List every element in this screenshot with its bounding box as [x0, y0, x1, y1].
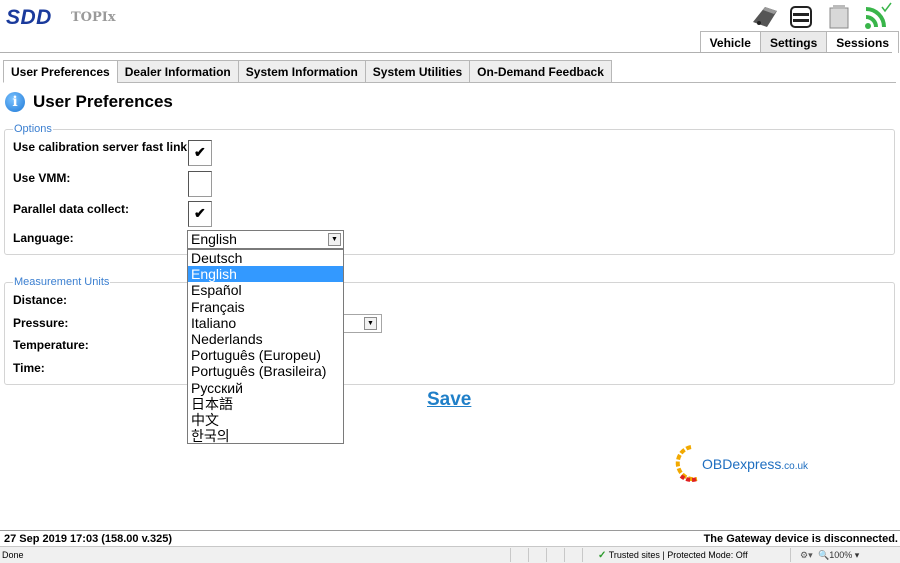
fast-link-checkbox[interactable]: ✔ [188, 140, 212, 166]
tab-sessions[interactable]: Sessions [826, 31, 899, 53]
zoom-control[interactable]: 🔍100% ▾ [818, 550, 859, 561]
vmm-label: Use VMM: [13, 171, 71, 185]
statusbar-divider [790, 548, 791, 562]
info-icon: i [5, 92, 25, 112]
trusted-check-icon: ✓ [598, 550, 607, 561]
language-label: Language: [13, 231, 74, 245]
parallel-data-checkbox[interactable]: ✔ [188, 201, 212, 227]
sessions-icon[interactable] [826, 2, 852, 30]
pressure-select[interactable]: ▼ [344, 314, 382, 333]
subtab-on-demand-feedback[interactable]: On-Demand Feedback [469, 60, 612, 83]
language-option-deutsch[interactable]: Deutsch [188, 250, 343, 266]
app-name: TOPIx [71, 10, 116, 25]
language-select-value: English [191, 231, 237, 247]
language-option-portugues-europeu[interactable]: Português (Europeu) [188, 347, 343, 363]
language-dropdown-list: Deutsch English Español Français Italian… [187, 249, 344, 444]
tab-vehicle[interactable]: Vehicle [699, 31, 761, 53]
options-group: Options Use calibration server fast link… [4, 123, 895, 255]
settings-icon[interactable] [788, 2, 814, 30]
subtab-divider [580, 82, 896, 83]
watermark-suffix: .co.uk [781, 461, 809, 472]
language-option-francais[interactable]: Français [188, 299, 343, 315]
language-option-english[interactable]: English [188, 266, 343, 283]
chevron-down-icon[interactable]: ▼ [328, 233, 341, 246]
statusbar-divider [528, 548, 529, 562]
measurement-units-group: Measurement Units Distance: Pressure: Te… [4, 276, 895, 385]
language-option-chinese[interactable]: 中文 [188, 412, 343, 428]
checkmark-icon: ✔ [194, 144, 206, 160]
language-option-russian[interactable]: Русский [188, 380, 343, 396]
sdd-window: SDD TOPIx Vehicle Settings Sessions User… [0, 0, 900, 563]
temperature-label: Temperature: [13, 338, 89, 352]
main-tabs: Vehicle Settings Sessions [699, 31, 899, 53]
page-heading: i User Preferences [5, 92, 173, 112]
options-legend: Options [13, 123, 53, 135]
statusbar-divider [564, 548, 565, 562]
language-option-italiano[interactable]: Italiano [188, 315, 343, 331]
gateway-status: The Gateway device is disconnected. [703, 533, 898, 545]
language-option-korean[interactable]: 한국의 [188, 428, 343, 444]
distance-label: Distance: [13, 293, 68, 307]
sdd-logo: SDD [6, 6, 52, 29]
fast-link-label: Use calibration server fast link: [13, 140, 192, 154]
checkmark-icon: ✔ [194, 205, 206, 221]
subtab-system-utilities[interactable]: System Utilities [364, 60, 471, 83]
tab-settings[interactable]: Settings [759, 31, 828, 53]
statusbar-divider [582, 548, 583, 562]
settings-subtabs: User Preferences Dealer Information Syst… [3, 60, 612, 83]
save-link[interactable]: Save [427, 389, 471, 411]
statusbar-done: Done [2, 550, 24, 560]
vmm-checkbox[interactable] [188, 171, 212, 197]
obdexpress-watermark: OBDexpress.co.uk [669, 442, 829, 484]
subtab-system-information[interactable]: System Information [237, 60, 366, 83]
statusbar-divider [546, 548, 547, 562]
vehicle-icon[interactable] [750, 2, 780, 30]
page-title: User Preferences [33, 92, 173, 111]
protected-mode-icon[interactable]: ⚙▾ [800, 550, 813, 561]
subtab-user-preferences[interactable]: User Preferences [3, 60, 118, 83]
statusbar-divider [510, 548, 511, 562]
chevron-down-icon[interactable]: ▼ [364, 317, 377, 330]
pressure-label: Pressure: [13, 316, 69, 330]
footer-divider [0, 530, 900, 531]
header-divider [0, 52, 892, 53]
language-option-portugues-brasileira[interactable]: Português (Brasileira) [188, 363, 343, 379]
browser-statusbar: Done ✓ Trusted sites | Protected Mode: O… [0, 546, 900, 563]
units-legend: Measurement Units [13, 276, 111, 288]
parallel-data-label: Parallel data collect: [13, 202, 130, 216]
language-option-nederlands[interactable]: Nederlands [188, 331, 343, 347]
language-option-japanese[interactable]: 日本語 [188, 396, 343, 412]
time-label: Time: [13, 361, 45, 375]
footer-timestamp: 27 Sep 2019 17:03 (158.00 v.325) [4, 533, 172, 545]
language-option-espanol[interactable]: Español [188, 282, 343, 298]
security-zone: Trusted sites | Protected Mode: Off [608, 550, 748, 560]
language-select[interactable]: English ▼ [187, 230, 344, 249]
zoom-level: 100% [829, 550, 853, 560]
watermark-text: OBDexpress [702, 456, 782, 472]
connection-icon [865, 2, 892, 29]
subtab-dealer-information[interactable]: Dealer Information [116, 60, 239, 83]
